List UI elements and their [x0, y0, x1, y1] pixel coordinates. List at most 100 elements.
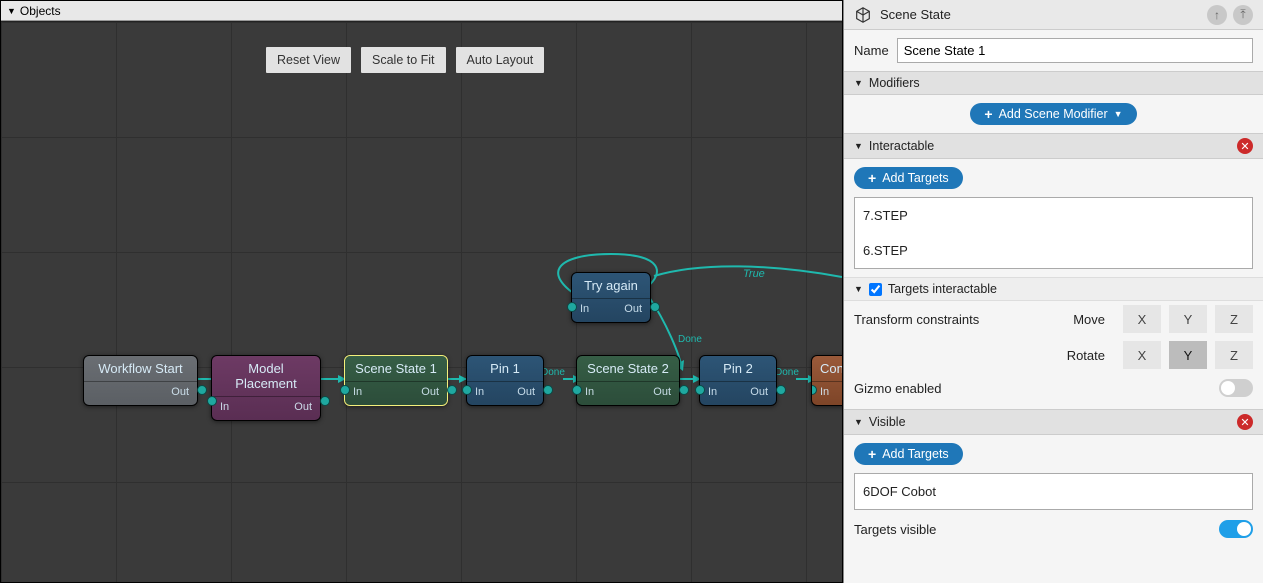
move-x-button[interactable]: X	[1123, 305, 1161, 333]
port-out[interactable]	[679, 385, 689, 395]
section-visible-header[interactable]: ▼ Visible ✕	[844, 409, 1263, 435]
edge-label-done: Done	[541, 367, 565, 378]
transform-constraints-label: Transform constraints	[854, 312, 1045, 327]
target-item[interactable]: 7.STEP	[855, 198, 1252, 233]
add-targets-button[interactable]: + Add Targets	[854, 167, 963, 189]
name-label: Name	[854, 43, 889, 58]
connection-edges	[1, 22, 842, 582]
port-out[interactable]	[650, 302, 660, 312]
target-item[interactable]: 6.STEP	[855, 233, 1252, 268]
port-in[interactable]	[207, 396, 217, 406]
port-out[interactable]	[776, 385, 786, 395]
port-out-label: Out	[517, 386, 535, 398]
inspector-title: Scene State	[880, 7, 951, 22]
port-in[interactable]	[695, 385, 705, 395]
node-title: Scene State 2	[577, 356, 679, 382]
node-title: Workflow Start	[84, 356, 197, 382]
rotate-x-button[interactable]: X	[1123, 341, 1161, 369]
add-scene-modifier-button[interactable]: + Add Scene Modifier ▼	[970, 103, 1136, 125]
remove-section-icon[interactable]: ✕	[1237, 138, 1253, 154]
remove-section-icon[interactable]: ✕	[1237, 414, 1253, 430]
move-label: Move	[1045, 312, 1105, 327]
node-workflow-start[interactable]: Workflow Start Out	[83, 355, 198, 406]
section-title: Visible	[869, 415, 906, 429]
name-input[interactable]	[897, 38, 1253, 63]
node-title: Model Placement	[212, 356, 320, 397]
button-label: Add Scene Modifier	[999, 107, 1108, 121]
add-targets-button-visible[interactable]: + Add Targets	[854, 443, 963, 465]
graph-panel-header[interactable]: ▼ Objects	[1, 1, 842, 21]
node-title: Pin 2	[700, 356, 776, 382]
visible-targets-list: 6DOF Cobot	[854, 473, 1253, 510]
collapse-icon: ▼	[7, 6, 16, 16]
move-y-button[interactable]: Y	[1169, 305, 1207, 333]
collapse-icon: ▼	[854, 417, 863, 427]
button-label: Add Targets	[882, 171, 948, 185]
nav-up-icon[interactable]: ↑	[1207, 5, 1227, 25]
node-title: Con	[812, 356, 842, 382]
port-in-label: In	[820, 386, 829, 398]
port-out[interactable]	[197, 385, 207, 395]
node-con-partial[interactable]: Con In	[811, 355, 842, 406]
port-in-label: In	[580, 303, 589, 315]
node-title: Pin 1	[467, 356, 543, 382]
port-out-label: Out	[421, 386, 439, 398]
targets-interactable-label: Targets interactable	[888, 282, 997, 296]
rotate-label: Rotate	[1045, 348, 1105, 363]
port-in-label: In	[353, 386, 362, 398]
inspector-header: Scene State ↑ ⤒	[844, 0, 1263, 30]
node-pin-1[interactable]: Pin 1 InOut	[466, 355, 544, 406]
section-title: Modifiers	[869, 76, 920, 90]
move-z-button[interactable]: Z	[1215, 305, 1253, 333]
collapse-icon: ▼	[854, 284, 863, 294]
port-out[interactable]	[543, 385, 553, 395]
plus-icon: +	[868, 171, 876, 185]
node-model-placement[interactable]: Model Placement In Out	[211, 355, 321, 421]
rotate-z-button[interactable]: Z	[1215, 341, 1253, 369]
inspector-panel: Scene State ↑ ⤒ Name ▼ Modifiers + Add S…	[843, 0, 1263, 583]
gizmo-enabled-label: Gizmo enabled	[854, 381, 1219, 396]
node-scene-state-1[interactable]: Scene State 1 In Out	[344, 355, 448, 406]
node-title: Try again	[572, 273, 650, 299]
graph-toolbar: Reset View Scale to Fit Auto Layout	[266, 47, 544, 73]
graph-canvas[interactable]: Reset View Scale to Fit Auto Layout	[1, 21, 842, 582]
reset-view-button[interactable]: Reset View	[266, 47, 351, 73]
port-in-label: In	[708, 386, 717, 398]
port-in[interactable]	[340, 385, 350, 395]
targets-visible-label: Targets visible	[854, 522, 1219, 537]
node-pin-2[interactable]: Pin 2 In Out	[699, 355, 777, 406]
interactable-targets-list: 7.STEP 6.STEP	[854, 197, 1253, 269]
port-out-label: Out	[653, 386, 671, 398]
port-out[interactable]	[320, 396, 330, 406]
node-try-again[interactable]: Try again In Out	[571, 272, 651, 323]
edge-label-true: True	[743, 268, 765, 280]
button-label: Add Targets	[882, 447, 948, 461]
targets-visible-toggle[interactable]	[1219, 520, 1253, 538]
scene-state-icon	[854, 6, 872, 24]
port-in[interactable]	[567, 302, 577, 312]
gizmo-enabled-toggle[interactable]	[1219, 379, 1253, 397]
port-in[interactable]	[462, 385, 472, 395]
targets-interactable-checkbox[interactable]	[869, 283, 882, 296]
port-in[interactable]	[572, 385, 582, 395]
targets-interactable-subheader[interactable]: ▼ Targets interactable	[844, 277, 1263, 301]
collapse-icon: ▼	[854, 141, 863, 151]
rotate-y-button[interactable]: Y	[1169, 341, 1207, 369]
plus-icon: +	[984, 107, 992, 121]
port-out-label: Out	[750, 386, 768, 398]
nav-top-icon[interactable]: ⤒	[1233, 5, 1253, 25]
port-out-label: Out	[294, 401, 312, 413]
plus-icon: +	[868, 447, 876, 461]
port-out-label: Out	[624, 303, 642, 315]
section-modifiers-header[interactable]: ▼ Modifiers	[844, 71, 1263, 95]
graph-panel-title: Objects	[20, 4, 61, 18]
port-in-label: In	[220, 401, 229, 413]
port-out[interactable]	[447, 385, 457, 395]
node-title: Scene State 1	[345, 356, 447, 382]
auto-layout-button[interactable]: Auto Layout	[456, 47, 545, 73]
target-item[interactable]: 6DOF Cobot	[855, 474, 1252, 509]
node-scene-state-2[interactable]: Scene State 2 InOut	[576, 355, 680, 406]
scale-to-fit-button[interactable]: Scale to Fit	[361, 47, 446, 73]
section-interactable-header[interactable]: ▼ Interactable ✕	[844, 133, 1263, 159]
edge-label-done: Done	[678, 334, 702, 345]
